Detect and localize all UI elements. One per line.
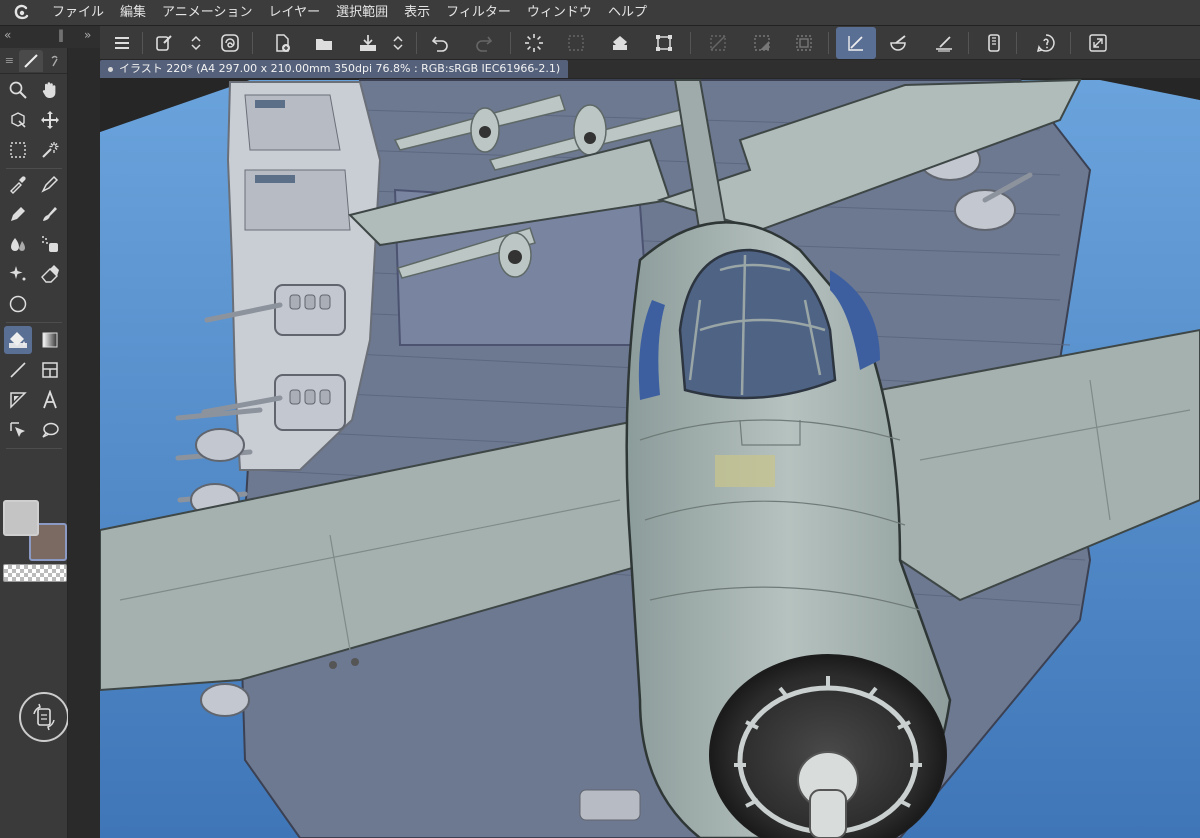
separator: [968, 32, 969, 54]
tab-tools[interactable]: [18, 49, 43, 72]
tool-palette-tabs: ≡: [0, 48, 67, 74]
collapse-right-button[interactable]: »: [84, 28, 91, 42]
canvas-tab[interactable]: イラスト 220* (A4 297.00 x 210.00mm 350dpi 7…: [100, 60, 569, 78]
redo-icon[interactable]: [470, 29, 498, 57]
menu-window[interactable]: ウィンドウ: [519, 0, 600, 26]
loading-icon[interactable]: [520, 29, 548, 57]
separator: [252, 32, 253, 54]
fill-icon[interactable]: [4, 326, 32, 354]
text-icon[interactable]: [36, 386, 64, 414]
separator: [690, 32, 691, 54]
switch-color-button[interactable]: [19, 692, 69, 742]
frame-border-icon[interactable]: [36, 356, 64, 384]
smartphone-icon[interactable]: [980, 29, 1008, 57]
menu-animation[interactable]: アニメーション: [154, 0, 260, 26]
fill-icon[interactable]: [606, 29, 634, 57]
app-logo-icon[interactable]: [0, 0, 44, 26]
gradient-icon[interactable]: [36, 326, 64, 354]
menu-layer[interactable]: レイヤー: [261, 0, 329, 26]
stepper-icon[interactable]: [390, 29, 406, 57]
menu-icon[interactable]: [108, 29, 136, 57]
separator: [6, 322, 62, 323]
canvas[interactable]: [100, 78, 1200, 838]
new-file-icon[interactable]: [268, 29, 296, 57]
command-bar: [100, 26, 1200, 60]
auto-select-icon[interactable]: [36, 136, 64, 164]
pen-icon[interactable]: [36, 170, 64, 198]
blend-icon[interactable]: [4, 230, 32, 258]
menu-bar: ファイル 編集 アニメーション レイヤー 選択範囲 表示 フィルター ウィンドウ…: [0, 0, 1200, 26]
save-icon[interactable]: [354, 29, 382, 57]
figure-circle-icon[interactable]: [4, 290, 32, 318]
separator: [6, 168, 62, 169]
illustration: [100, 78, 1200, 838]
dock-grip[interactable]: ‖: [58, 28, 64, 42]
snap-ruler-icon[interactable]: [836, 27, 876, 59]
separator: [142, 32, 143, 54]
menu-view[interactable]: 表示: [396, 0, 438, 26]
move-layer-icon[interactable]: [36, 106, 64, 134]
separator: [1070, 32, 1071, 54]
separator: [828, 32, 829, 54]
transform-icon[interactable]: [650, 29, 678, 57]
selection-icon[interactable]: [4, 136, 32, 164]
brush-icon[interactable]: [36, 200, 64, 228]
new-icon[interactable]: [150, 29, 178, 57]
separator: [6, 448, 62, 449]
ruler-icon[interactable]: [4, 386, 32, 414]
menu-filter[interactable]: フィルター: [438, 0, 519, 26]
operation-icon[interactable]: [4, 106, 32, 134]
clear-icon[interactable]: [562, 29, 590, 57]
separator: [416, 32, 417, 54]
deselect-icon[interactable]: [704, 29, 732, 57]
separator: [510, 32, 511, 54]
fullscreen-icon[interactable]: [1084, 29, 1112, 57]
line-icon[interactable]: [4, 356, 32, 384]
snap-guide-icon[interactable]: [884, 29, 912, 57]
separator: [1016, 32, 1017, 54]
menu-file[interactable]: ファイル: [44, 0, 112, 26]
object-select-icon[interactable]: [4, 416, 32, 444]
palette-menu-icon[interactable]: ≡: [0, 54, 19, 67]
undo-icon[interactable]: [426, 29, 454, 57]
eyedropper-icon[interactable]: [4, 170, 32, 198]
balloon-icon[interactable]: [36, 416, 64, 444]
main-color-swatch[interactable]: [3, 500, 39, 536]
border-icon[interactable]: [790, 29, 818, 57]
collapse-left-button[interactable]: «: [4, 28, 11, 42]
menu-selection[interactable]: 選択範囲: [328, 0, 396, 26]
open-icon[interactable]: [310, 29, 338, 57]
clip-studio-window: ファイル 編集 アニメーション レイヤー 選択範囲 表示 フィルター ウィンドウ…: [0, 0, 1200, 838]
decoration-icon[interactable]: [4, 260, 32, 288]
stepper-icon[interactable]: [188, 29, 204, 57]
companion-icon[interactable]: [216, 29, 244, 57]
menu-edit[interactable]: 編集: [112, 0, 154, 26]
rotate-icon: [33, 703, 55, 731]
snap-grid-icon[interactable]: [930, 29, 958, 57]
palette-gutter: [68, 60, 100, 838]
canvas-tab-title: イラスト 220* (A4 297.00 x 210.00mm 350dpi 7…: [119, 62, 561, 75]
tab-sub-tools[interactable]: [43, 50, 67, 72]
airbrush-icon[interactable]: [36, 230, 64, 258]
eraser-icon[interactable]: [36, 260, 64, 288]
invert-icon[interactable]: [748, 29, 776, 57]
help-icon[interactable]: [1032, 29, 1060, 57]
palette-dock-strip: « ‖ »: [0, 26, 100, 48]
magnify-icon[interactable]: [4, 76, 32, 104]
tool-palette: ≡: [0, 48, 69, 838]
transparent-color-swatch[interactable]: [3, 564, 67, 582]
hand-icon[interactable]: [36, 76, 64, 104]
unsaved-dot-icon: [108, 66, 113, 72]
pencil-icon[interactable]: [4, 200, 32, 228]
menu-help[interactable]: ヘルプ: [600, 0, 655, 26]
